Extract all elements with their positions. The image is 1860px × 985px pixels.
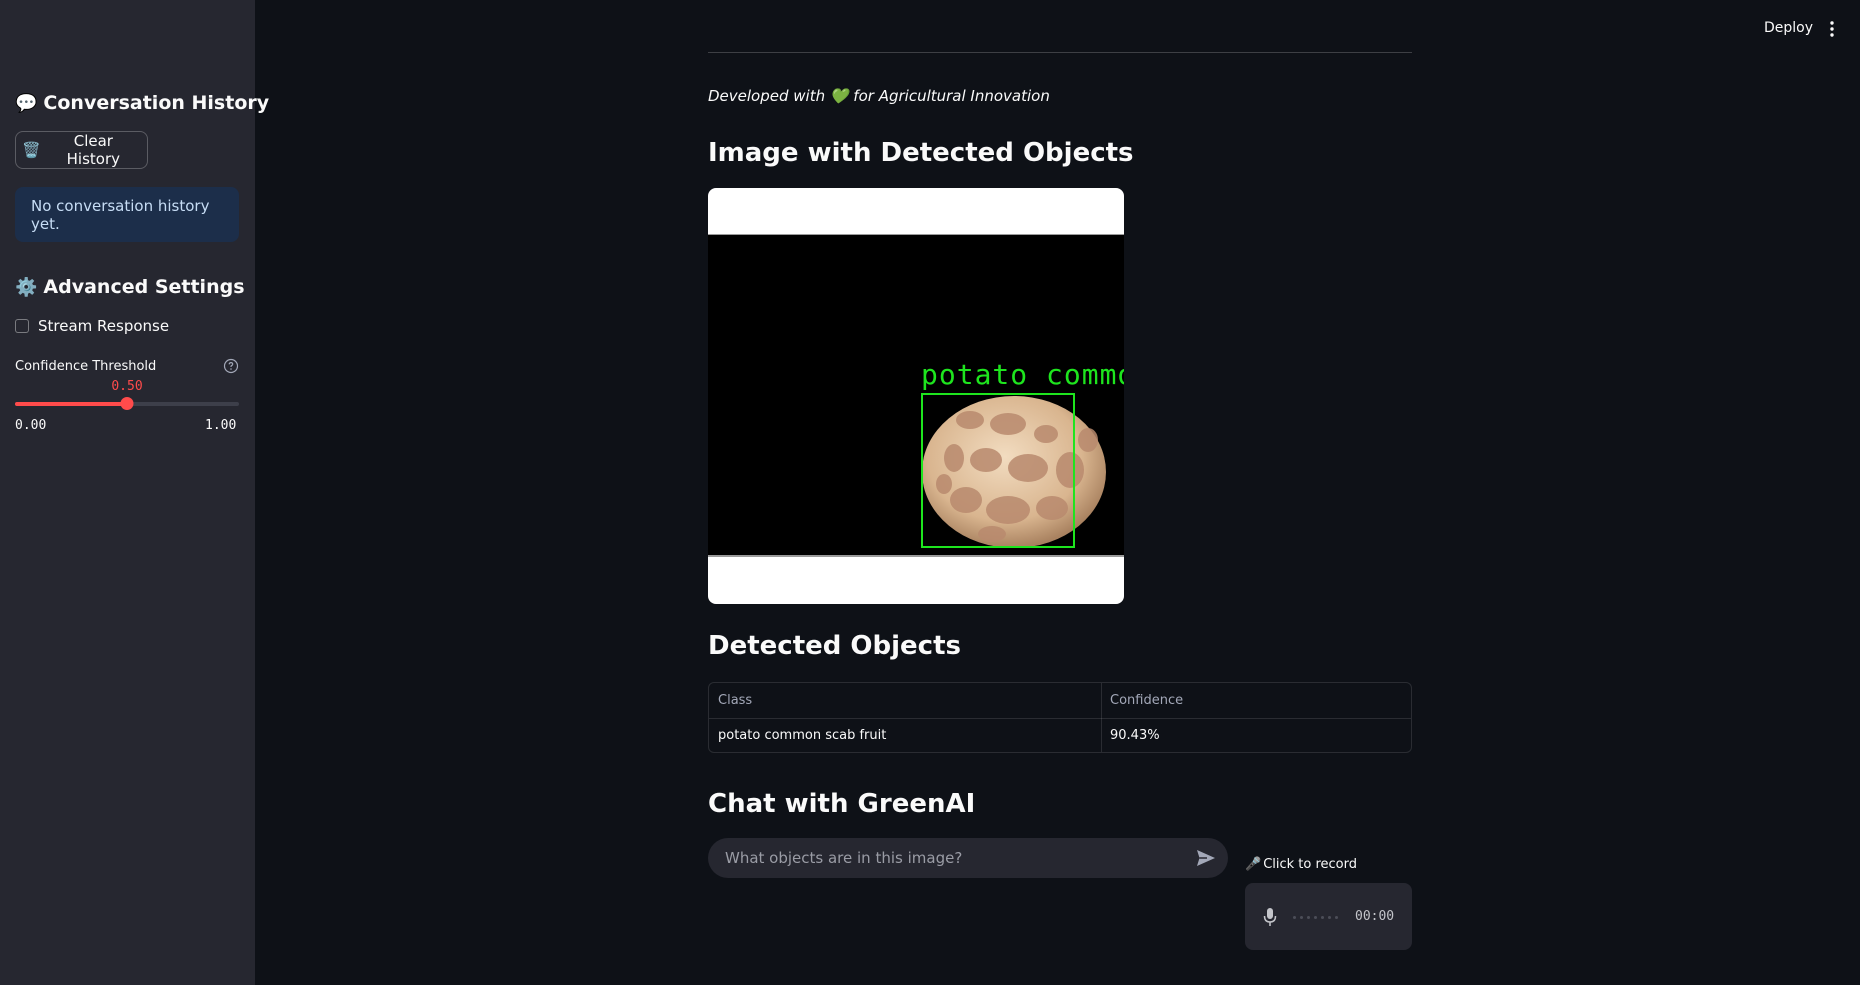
table-header-row: Class Confidence <box>709 683 1411 719</box>
deploy-button[interactable]: Deploy <box>1764 20 1813 36</box>
table-cell-confidence[interactable]: 90.43% <box>1102 718 1411 752</box>
chat-input[interactable]: What objects are in this image? <box>708 838 1228 878</box>
image-detected-heading: Image with Detected Objects <box>708 138 1134 168</box>
audio-dot <box>1314 916 1317 919</box>
detected-objects-table[interactable]: Class Confidence potato common scab frui… <box>708 682 1412 753</box>
column-header-class[interactable]: Class <box>709 683 1102 718</box>
conversation-history-heading: 💬 Conversation History <box>15 92 269 114</box>
advanced-settings-title: Advanced Settings <box>43 276 245 298</box>
speech-bubble-icon: 💬 <box>15 92 38 114</box>
chat-heading: Chat with GreenAI <box>708 789 976 819</box>
history-info-text: No conversation history yet. <box>31 196 210 233</box>
stream-response-checkbox[interactable] <box>15 319 29 333</box>
detection-image: potato commo <box>708 188 1124 604</box>
audio-dot <box>1328 916 1331 919</box>
audio-dot <box>1300 916 1303 919</box>
audio-level-dots <box>1293 916 1338 919</box>
clear-history-label: Clear History <box>66 132 121 168</box>
sidebar: 💬 Conversation History 🗑️ Clear History … <box>0 0 269 985</box>
audio-dot <box>1293 916 1296 919</box>
click-to-record-text: Click to record <box>1263 857 1358 872</box>
advanced-settings-heading: ⚙️ Advanced Settings <box>15 276 245 298</box>
confidence-slider-fill <box>15 402 127 406</box>
stream-response-label: Stream Response <box>38 317 170 335</box>
audio-dot <box>1307 916 1310 919</box>
click-to-record-label[interactable]: 🎤 Click to record <box>1245 857 1357 872</box>
audio-recorder[interactable]: 00:00 <box>1245 883 1412 950</box>
confidence-slider-thumb[interactable] <box>120 397 134 410</box>
divider <box>708 52 1412 53</box>
slider-current-value: 0.50 <box>111 379 143 394</box>
microphone-icon[interactable] <box>1263 907 1277 927</box>
history-info-alert: No conversation history yet. <box>15 187 239 242</box>
microphone-emoji-icon: 🎤 <box>1245 857 1262 872</box>
trash-icon: 🗑️ <box>22 141 41 159</box>
confidence-slider-track[interactable] <box>15 397 239 410</box>
detection-label: potato commo <box>921 358 1124 391</box>
audio-dot <box>1321 916 1324 919</box>
detected-objects-heading: Detected Objects <box>708 631 961 661</box>
slider-min-value: 0.00 <box>15 418 47 433</box>
gear-icon: ⚙️ <box>15 276 38 298</box>
kebab-menu-icon[interactable] <box>1825 20 1839 38</box>
developed-with-note: Developed with 💚 for Agricultural Innova… <box>708 87 1050 105</box>
detection-bounding-box <box>921 393 1075 548</box>
slider-max-value: 1.00 <box>205 418 237 433</box>
chat-input-placeholder: What objects are in this image? <box>725 849 963 867</box>
conversation-history-title: Conversation History <box>43 92 270 114</box>
record-timer: 00:00 <box>1355 909 1395 924</box>
help-circle-icon[interactable] <box>223 358 239 374</box>
clear-history-button[interactable]: 🗑️ Clear History <box>15 131 148 169</box>
table-row: potato common scab fruit 90.43% <box>709 718 1411 752</box>
audio-dot <box>1335 916 1338 919</box>
confidence-threshold-label: Confidence Threshold <box>15 359 157 374</box>
column-header-confidence[interactable]: Confidence <box>1102 683 1411 718</box>
stream-response-checkbox-row[interactable]: Stream Response <box>15 317 169 335</box>
table-cell-class[interactable]: potato common scab fruit <box>709 718 1102 752</box>
send-icon[interactable] <box>1196 849 1216 867</box>
